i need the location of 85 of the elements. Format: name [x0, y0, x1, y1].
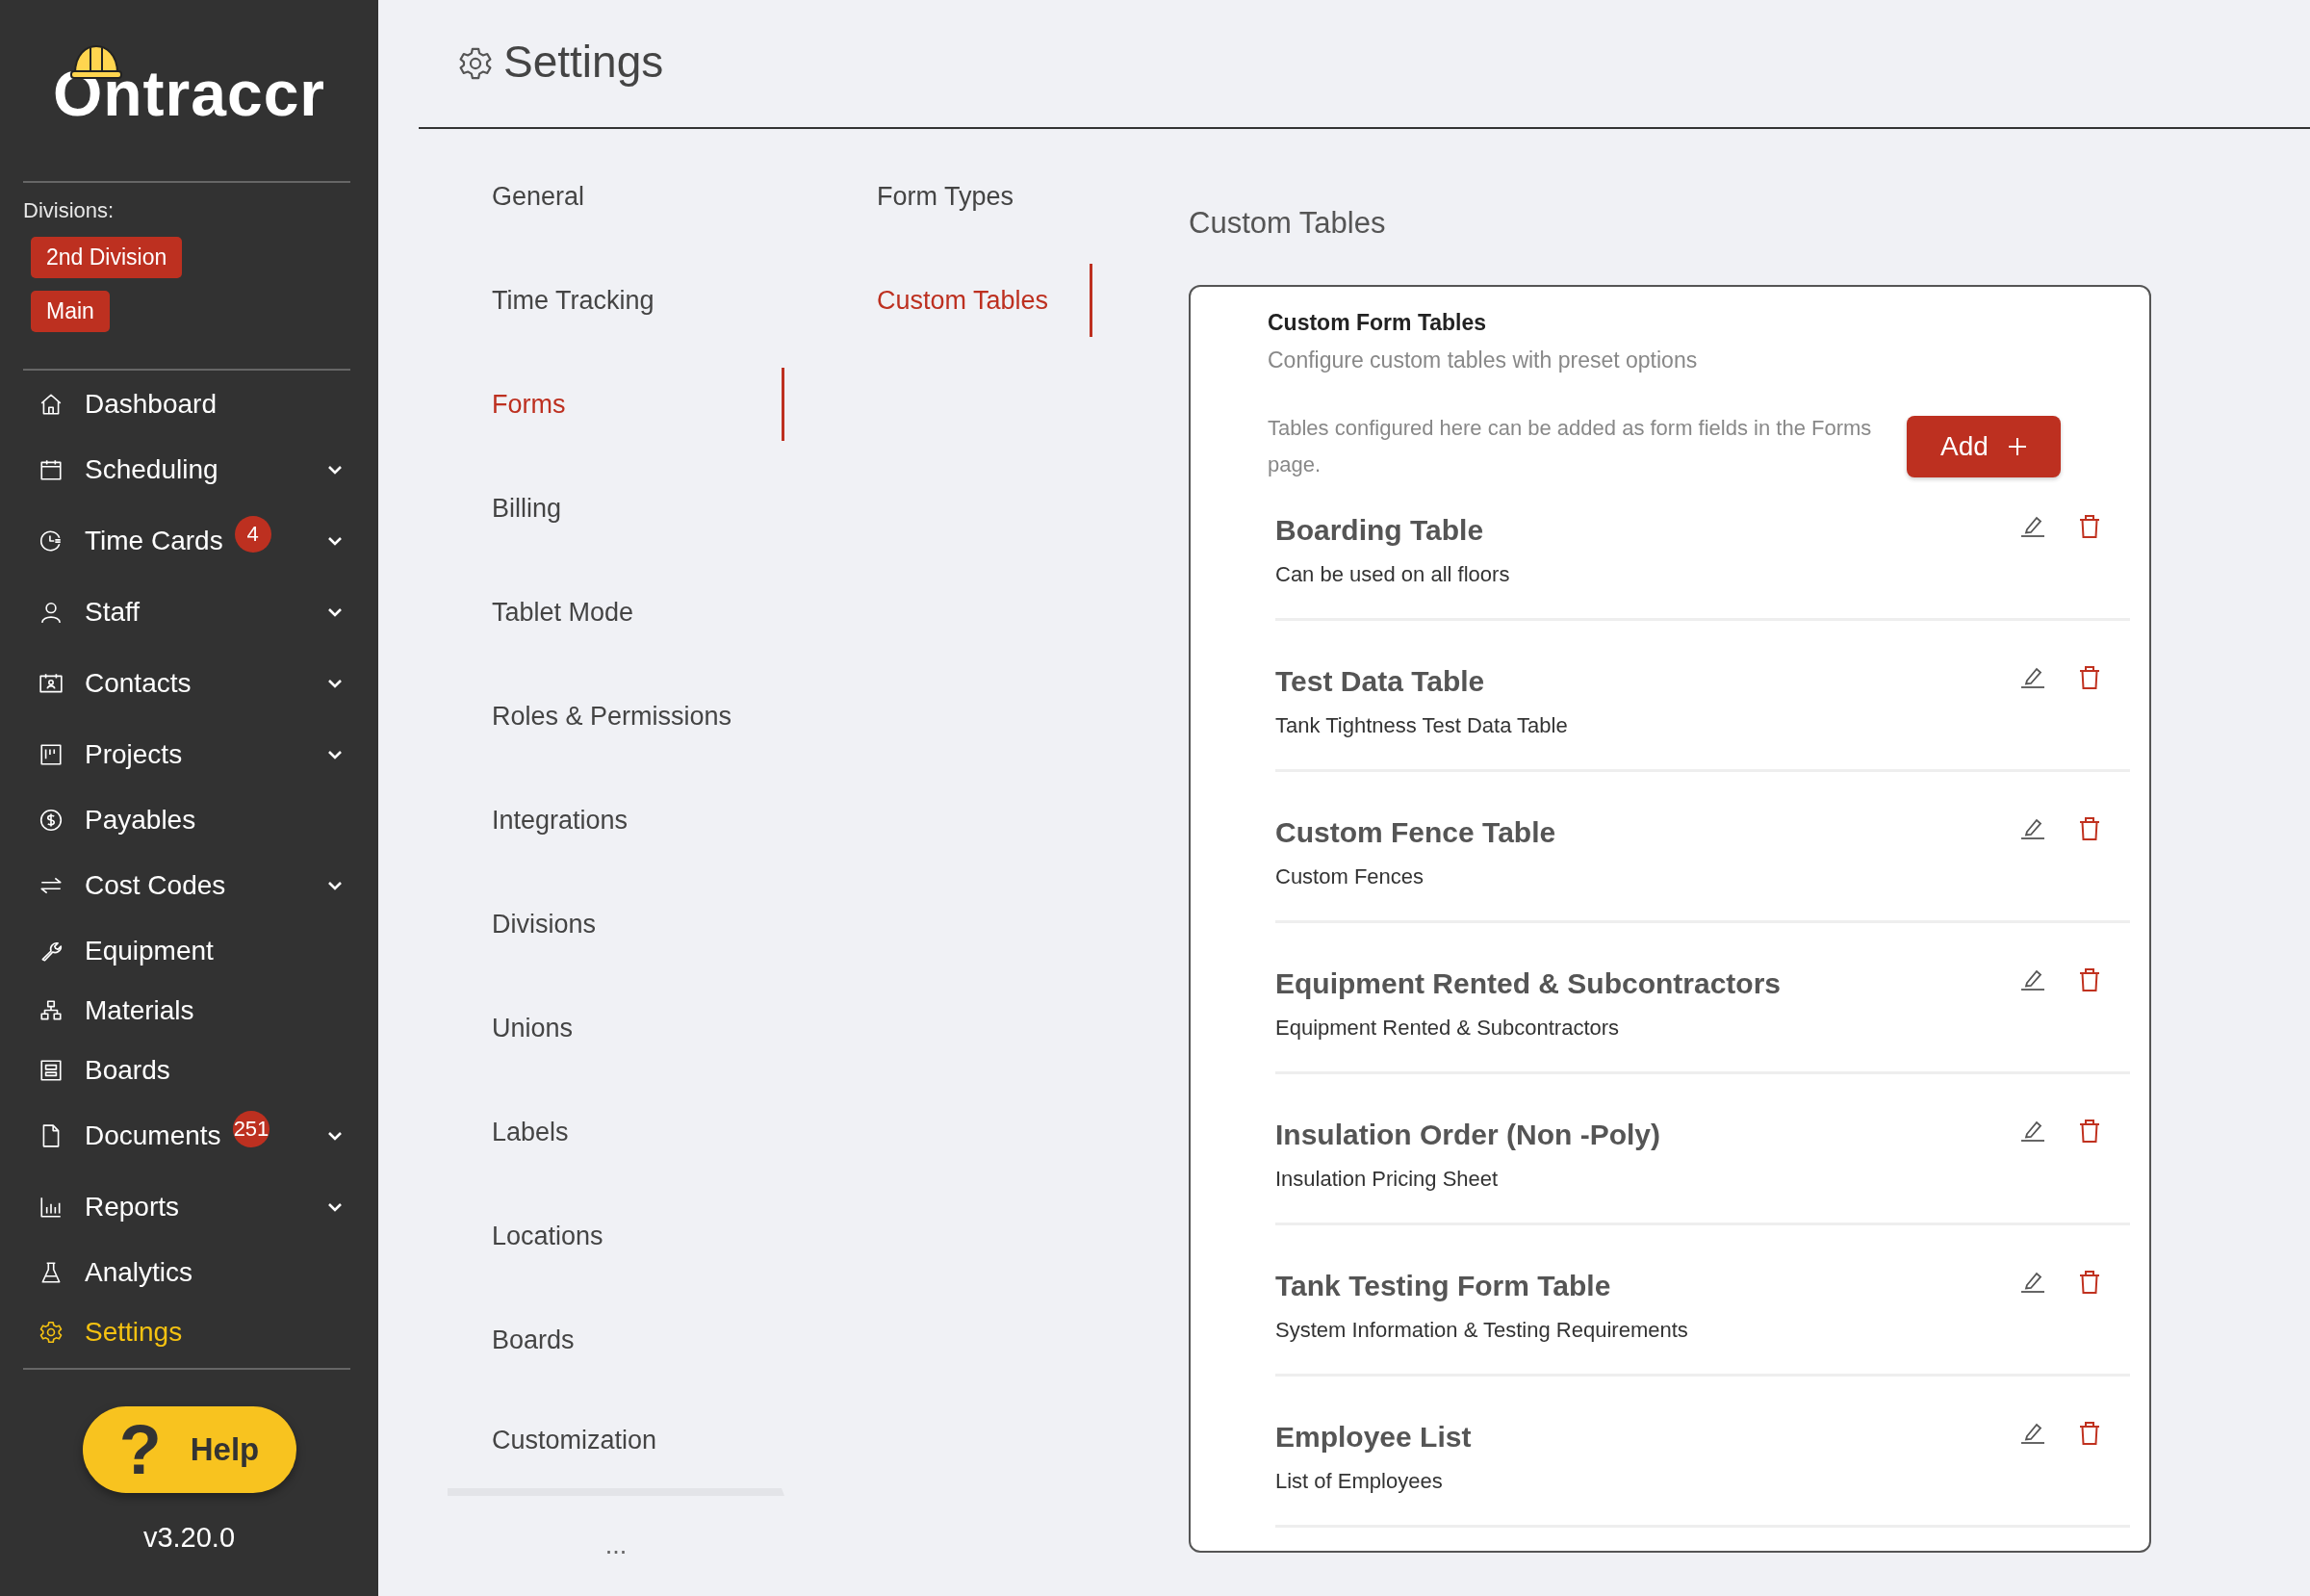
settings-menu-item[interactable]: Unions: [448, 976, 784, 1080]
delete-icon[interactable]: [2078, 514, 2101, 539]
settings-menu-item[interactable]: Locations: [448, 1184, 784, 1288]
edit-icon[interactable]: [2020, 665, 2045, 688]
sidebar-item[interactable]: Cost Codes: [23, 850, 350, 921]
table-description: Tank Tightness Test Data Table: [1275, 713, 1569, 738]
table-name: Equipment Rented & Subcontractors: [1275, 967, 1783, 1000]
person-icon: [38, 600, 64, 625]
sidebar-item[interactable]: Time Cards 4: [23, 505, 350, 577]
settings-menu-item[interactable]: Forms: [448, 368, 784, 441]
settings-icon: [38, 1320, 64, 1345]
sidebar-item[interactable]: Staff: [23, 577, 350, 648]
sidebar-item[interactable]: Scheduling: [23, 434, 350, 505]
edit-icon[interactable]: [2020, 816, 2045, 839]
sidebar-item[interactable]: Equipment: [23, 921, 350, 981]
settings-menu-item[interactable]: Time Tracking: [448, 248, 784, 352]
settings-icon: [457, 45, 494, 82]
settings-menu-item[interactable]: Labels: [448, 1080, 784, 1184]
table-description: List of Employees: [1275, 1469, 1444, 1494]
page-title: Settings: [503, 36, 664, 88]
table-name: Insulation Order (Non -Poly): [1275, 1119, 1661, 1151]
settings-menu-item[interactable]: Customization: [448, 1392, 784, 1496]
add-button[interactable]: Add: [1907, 416, 2061, 477]
delete-icon[interactable]: [2078, 665, 2101, 690]
sidebar-item[interactable]: Contacts: [23, 648, 350, 719]
division-tag[interactable]: Main: [31, 291, 110, 332]
sidebar-item[interactable]: Materials: [23, 981, 350, 1041]
delete-icon[interactable]: [2078, 1119, 2101, 1144]
board-icon: [38, 742, 64, 767]
settings-menu-item[interactable]: Tablet Mode: [448, 560, 784, 664]
list-box-icon: [38, 1058, 64, 1083]
edit-icon[interactable]: [2020, 514, 2045, 537]
card-description: Tables configured here can be added as form fields in the Forms page.: [1268, 415, 1873, 478]
table-description: System Information & Testing Requirements: [1275, 1318, 1689, 1343]
sidebar-item[interactable]: Boards: [23, 1041, 350, 1100]
version-text: v3.20.0: [141, 1522, 237, 1554]
settings-menu-item[interactable]: Integrations: [448, 768, 784, 872]
count-badge: 251: [232, 1111, 270, 1147]
card-subtitle: Configure custom tables with preset options: [1268, 348, 1699, 373]
settings-menu-item[interactable]: Divisions: [448, 872, 784, 976]
settings-menu-item[interactable]: Boards: [448, 1288, 784, 1392]
card-title: Custom Form Tables: [1268, 310, 1488, 336]
settings-menu-item[interactable]: Billing: [448, 456, 784, 560]
forms-menu-item[interactable]: Custom Tables: [833, 264, 1092, 337]
division-tag[interactable]: 2nd Division: [31, 237, 183, 278]
sidebar-item[interactable]: Payables: [23, 790, 350, 850]
dollar-icon: [38, 808, 64, 833]
forms-menu-item[interactable]: Form Types: [833, 144, 1092, 248]
edit-icon[interactable]: [2020, 1421, 2045, 1444]
sidebar-item[interactable]: Reports: [23, 1171, 350, 1243]
table-description: Custom Fences: [1275, 864, 1425, 889]
question-mark-icon: ?: [118, 1415, 162, 1484]
settings-menu-item[interactable]: Roles & Permissions: [448, 664, 784, 768]
delete-icon[interactable]: [2078, 967, 2101, 992]
settings-menu-item[interactable]: General: [448, 144, 784, 248]
delete-icon[interactable]: [2078, 1270, 2101, 1295]
table-name: Boarding Table: [1275, 514, 1485, 547]
sidebar-item[interactable]: Settings: [23, 1302, 350, 1362]
delete-icon[interactable]: [2078, 1421, 2101, 1446]
divisions-label: Divisions:: [23, 198, 116, 223]
sidebar-item[interactable]: Dashboard: [23, 374, 350, 434]
sidebar-item[interactable]: Documents 251: [23, 1100, 350, 1171]
table-name: Test Data Table: [1275, 665, 1486, 698]
table-name: Employee List: [1275, 1421, 1473, 1454]
help-button[interactable]: ? Help: [82, 1406, 296, 1493]
logo-text: Ontraccr: [52, 62, 326, 125]
delete-icon[interactable]: [2078, 816, 2101, 841]
clock-icon: [38, 528, 64, 553]
sidebar-item[interactable]: Projects: [23, 719, 350, 790]
more-text: ...: [604, 1531, 628, 1560]
table-description: Equipment Rented & Subcontractors: [1275, 1016, 1621, 1041]
table-name: Custom Fence Table: [1275, 816, 1557, 849]
table-description: Can be used on all floors: [1275, 562, 1511, 587]
sidebar-item[interactable]: Analytics: [23, 1243, 350, 1302]
count-badge: 4: [234, 516, 271, 553]
bar-chart-icon: [38, 1195, 64, 1220]
home-icon: [38, 392, 64, 417]
table-description: Insulation Pricing Sheet: [1275, 1167, 1500, 1192]
edit-icon[interactable]: [2020, 1119, 2045, 1142]
section-title: Custom Tables: [1189, 206, 1387, 241]
edit-icon[interactable]: [2020, 967, 2045, 991]
table-name: Tank Testing Form Table: [1275, 1270, 1612, 1302]
edit-icon[interactable]: [2020, 1270, 2045, 1293]
calendar-icon: [38, 457, 64, 482]
plus-icon: [2007, 437, 2027, 456]
